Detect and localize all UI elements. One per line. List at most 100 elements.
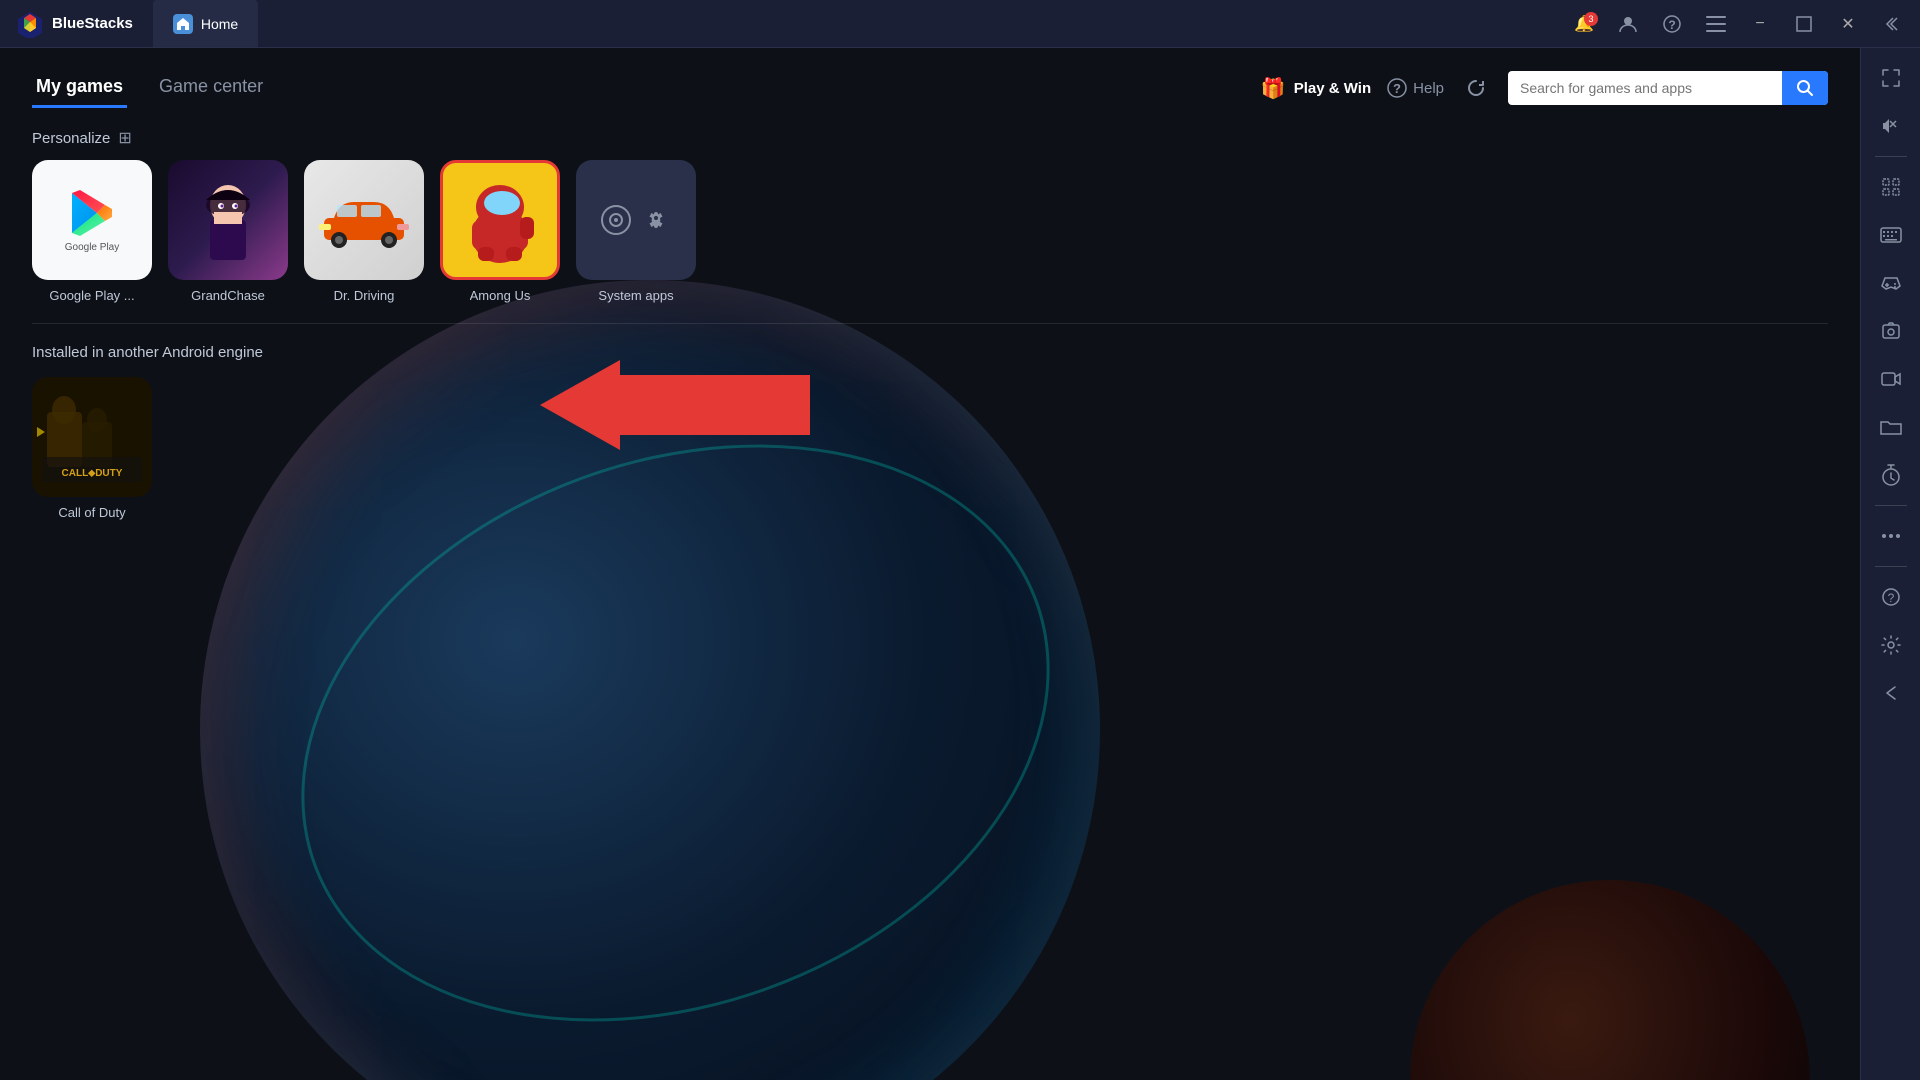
more-dots-icon xyxy=(1881,533,1901,539)
another-engine-section: Installed in another Android engine xyxy=(0,344,1860,520)
grandchase-thumb xyxy=(168,160,288,280)
personalize-bar: Personalize ⊞ xyxy=(0,108,1860,160)
close-button[interactable]: ✕ xyxy=(1828,8,1868,40)
window-controls: 🔔 3 ? − xyxy=(1564,8,1920,40)
home-icon xyxy=(176,17,190,31)
sidebar-grid-button[interactable] xyxy=(1869,165,1913,209)
my-games-tab[interactable]: My games xyxy=(32,68,127,108)
main-container: My games Game center 🎁 Play & Win ? Help xyxy=(0,48,1920,1080)
help-icon: ? xyxy=(1387,78,1407,98)
sidebar-fullscreen-button[interactable] xyxy=(1869,56,1913,100)
background-planet2 xyxy=(1410,880,1810,1080)
sidebar-volume-button[interactable] xyxy=(1869,104,1913,148)
system-apps-thumb xyxy=(576,160,696,280)
settings-gear-icon xyxy=(1881,635,1901,655)
sidebar-divider-3 xyxy=(1875,566,1907,567)
titlebar: BlueStacks Home 🔔 3 ? xyxy=(0,0,1920,48)
content-area: My games Game center 🎁 Play & Win ? Help xyxy=(0,48,1860,1080)
sidebar-keyboard-button[interactable] xyxy=(1869,213,1913,257)
top-navigation: My games Game center 🎁 Play & Win ? Help xyxy=(0,48,1860,108)
notification-badge: 3 xyxy=(1584,12,1598,26)
google-play-label: Google Play xyxy=(65,242,119,253)
search-button[interactable] xyxy=(1782,71,1828,105)
svg-text:?: ? xyxy=(1668,18,1675,32)
game-card-among-us[interactable]: Among Us xyxy=(440,160,560,303)
engine-game-grid: CALL⬥DUTY Call of Duty xyxy=(32,377,1828,520)
sidebar-divider-1 xyxy=(1875,156,1907,157)
sidebar-help-button[interactable]: ? xyxy=(1869,575,1913,619)
menu-button[interactable] xyxy=(1696,8,1736,40)
game-card-dr-driving[interactable]: Dr. Driving xyxy=(304,160,424,303)
cod-art: CALL⬥DUTY xyxy=(37,382,147,492)
folder-icon xyxy=(1880,418,1902,436)
home-tab-icon xyxy=(173,14,193,34)
sidebar-folder-button[interactable] xyxy=(1869,405,1913,449)
svg-text:CALL⬥DUTY: CALL⬥DUTY xyxy=(62,468,123,479)
screenshot-icon xyxy=(1881,321,1901,341)
grandchase-art xyxy=(188,170,268,270)
keyboard-icon xyxy=(1880,227,1902,243)
game-card-google-play[interactable]: Google Play Google Play ... xyxy=(32,160,152,303)
sidebar-video-button[interactable] xyxy=(1869,357,1913,401)
search-bar xyxy=(1508,71,1828,105)
game-name-among-us: Among Us xyxy=(470,288,531,303)
timer-icon xyxy=(1881,464,1901,486)
minimize-icon: − xyxy=(1755,15,1764,33)
play-win-label: Play & Win xyxy=(1294,80,1371,97)
among-us-thumb xyxy=(440,160,560,280)
game-card-call-of-duty[interactable]: CALL⬥DUTY Call of Duty xyxy=(32,377,152,520)
svg-text:?: ? xyxy=(1393,81,1401,96)
help-titlebar-button[interactable]: ? xyxy=(1652,8,1692,40)
tab-label: Home xyxy=(201,16,238,32)
another-engine-label: Installed in another Android engine xyxy=(32,344,1828,361)
game-name-dr-driving: Dr. Driving xyxy=(334,288,395,303)
dr-driving-thumb xyxy=(304,160,424,280)
google-play-icon xyxy=(67,188,117,238)
game-card-system-apps[interactable]: System apps xyxy=(576,160,696,303)
google-play-thumb: Google Play xyxy=(32,160,152,280)
minimize-button[interactable]: − xyxy=(1740,8,1780,40)
camera-circle-icon xyxy=(600,204,632,236)
help-circle-icon: ? xyxy=(1662,14,1682,34)
help-label: Help xyxy=(1413,80,1444,97)
refresh-icon xyxy=(1465,77,1487,99)
sidebar-back-button[interactable] xyxy=(1869,671,1913,715)
hamburger-icon xyxy=(1706,16,1726,32)
back-arrow-icon xyxy=(1881,683,1901,703)
right-sidebar: ? xyxy=(1860,48,1920,1080)
game-center-tab[interactable]: Game center xyxy=(155,68,267,108)
restore-icon xyxy=(1796,16,1812,32)
restore-button[interactable] xyxy=(1784,8,1824,40)
sidebar-settings-button[interactable] xyxy=(1869,623,1913,667)
profile-button[interactable] xyxy=(1608,8,1648,40)
question-circle-icon: ? xyxy=(1881,587,1901,607)
play-win-button[interactable]: 🎁 Play & Win xyxy=(1261,76,1371,101)
close-icon: ✕ xyxy=(1841,14,1854,34)
fullscreen-icon xyxy=(1881,68,1901,88)
search-input[interactable] xyxy=(1508,72,1782,104)
dotted-grid-icon xyxy=(1881,177,1901,197)
titlebar-logo: BlueStacks xyxy=(0,10,149,38)
gear-icon xyxy=(640,204,672,236)
dr-driving-car xyxy=(319,190,409,250)
sidebar-screenshot-button[interactable] xyxy=(1869,309,1913,353)
game-grid: Google Play Google Play ... xyxy=(0,160,1860,303)
help-button[interactable]: ? Help xyxy=(1387,78,1444,98)
nav-right: 🎁 Play & Win ? Help xyxy=(1261,71,1828,105)
game-card-grandchase[interactable]: GrandChase xyxy=(168,160,288,303)
sidebar-more-button[interactable] xyxy=(1869,514,1913,558)
personalize-grid-icon[interactable]: ⊞ xyxy=(118,128,131,148)
sidebar-timer-button[interactable] xyxy=(1869,453,1913,497)
home-tab[interactable]: Home xyxy=(153,0,258,47)
profile-icon xyxy=(1618,14,1638,34)
game-name-google-play: Google Play ... xyxy=(49,288,134,303)
notification-button[interactable]: 🔔 3 xyxy=(1564,8,1604,40)
sidebar-gamepad-button[interactable] xyxy=(1869,261,1913,305)
refresh-button[interactable] xyxy=(1460,72,1492,104)
call-of-duty-thumb: CALL⬥DUTY xyxy=(32,377,152,497)
game-name-call-of-duty: Call of Duty xyxy=(58,505,125,520)
svg-text:?: ? xyxy=(1887,591,1894,605)
expand-button[interactable] xyxy=(1872,8,1912,40)
gamepad-icon xyxy=(1880,275,1902,291)
bluestacks-logo-icon xyxy=(16,10,44,38)
